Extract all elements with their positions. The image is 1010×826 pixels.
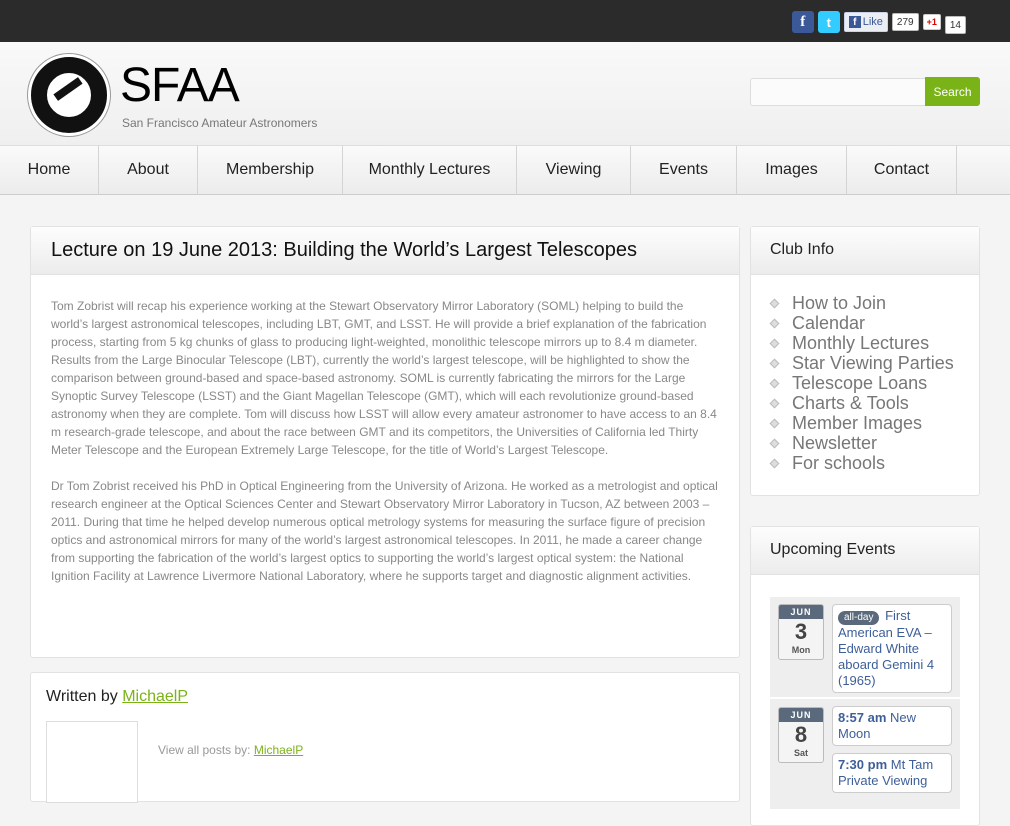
post-body: Tom Zobrist will recap his experience wo… bbox=[31, 275, 739, 607]
author-avatar bbox=[46, 721, 138, 803]
bullet-icon bbox=[769, 418, 780, 428]
event-day: JUN 3 Mon all-day First American EVA – E… bbox=[770, 597, 960, 697]
bullet-icon bbox=[769, 438, 780, 448]
facebook-like-button[interactable]: f Like bbox=[843, 12, 888, 32]
club-link-label: Member Images bbox=[792, 412, 923, 433]
club-link-label: Star Viewing Parties bbox=[792, 352, 954, 373]
social-links: f t f Like 279 +1 14 bbox=[791, 10, 966, 34]
google-plus-label: +1 bbox=[926, 17, 937, 27]
club-link-calendar[interactable]: Calendar bbox=[769, 312, 979, 333]
club-link-how-to-join[interactable]: How to Join bbox=[769, 292, 979, 313]
club-link-newsletter[interactable]: Newsletter bbox=[769, 432, 979, 453]
club-info-list: How to Join Calendar Monthly Lectures St… bbox=[751, 275, 979, 473]
date-badge: JUN 8 Sat bbox=[778, 707, 824, 763]
upcoming-events-title: Upcoming Events bbox=[751, 527, 979, 575]
date-weekday: Mon bbox=[791, 645, 811, 655]
search-button[interactable]: Search bbox=[925, 77, 980, 106]
author-box: Written by MichaelP View all posts by: M… bbox=[30, 672, 740, 803]
view-all-label: View all posts by: bbox=[158, 743, 251, 757]
date-weekday: Sat bbox=[793, 748, 808, 758]
upcoming-events-widget: Upcoming Events JUN 3 Mon all-day First … bbox=[750, 526, 980, 826]
date-day: 8 bbox=[794, 722, 808, 747]
main-nav: Home About Membership Monthly Lectures V… bbox=[0, 145, 1010, 195]
nav-images[interactable]: Images bbox=[737, 146, 847, 194]
date-month: JUN bbox=[779, 708, 823, 722]
club-link-label: Newsletter bbox=[792, 432, 878, 453]
google-plus-count: 14 bbox=[944, 16, 966, 34]
nav-membership[interactable]: Membership bbox=[198, 146, 343, 194]
like-label: Like bbox=[862, 16, 883, 28]
club-link-telescope-loans[interactable]: Telescope Loans bbox=[769, 372, 979, 393]
club-link-label: How to Join bbox=[792, 292, 887, 313]
event-day: JUN 8 Sat 8:57 am New Moon 7:30 pm Mt Ta… bbox=[770, 699, 960, 809]
view-all-author-link[interactable]: MichaelP bbox=[254, 743, 303, 757]
twitter-icon[interactable]: t bbox=[817, 11, 840, 33]
club-link-label: Monthly Lectures bbox=[792, 332, 930, 353]
facebook-f-icon: f bbox=[848, 16, 861, 28]
nav-home[interactable]: Home bbox=[0, 146, 99, 194]
author-link[interactable]: MichaelP bbox=[122, 688, 188, 705]
date-badge: JUN 3 Mon bbox=[778, 604, 824, 660]
bullet-icon bbox=[769, 458, 780, 468]
club-link-for-schools[interactable]: For schools bbox=[769, 452, 979, 473]
facebook-icon[interactable]: f bbox=[791, 11, 814, 33]
logo-inner-circle bbox=[45, 71, 93, 119]
all-day-badge: all-day bbox=[838, 611, 880, 625]
date-month: JUN bbox=[779, 605, 823, 619]
top-bar: f t f Like 279 +1 14 bbox=[0, 0, 1010, 42]
club-link-star-viewing[interactable]: Star Viewing Parties bbox=[769, 352, 979, 373]
nav-viewing[interactable]: Viewing bbox=[517, 146, 631, 194]
google-plus-button[interactable]: +1 bbox=[922, 14, 941, 30]
bullet-icon bbox=[769, 398, 780, 408]
event-card[interactable]: all-day First American EVA – Edward Whit… bbox=[832, 604, 952, 693]
nav-monthly-lectures[interactable]: Monthly Lectures bbox=[343, 146, 517, 194]
event-time: 8:57 am bbox=[838, 710, 887, 725]
date-day: 3 bbox=[794, 619, 808, 644]
search-input[interactable] bbox=[750, 78, 926, 106]
bullet-icon bbox=[769, 358, 780, 368]
bullet-icon bbox=[769, 378, 780, 388]
club-info-title: Club Info bbox=[751, 227, 979, 275]
view-all-posts: View all posts by: MichaelP bbox=[158, 743, 303, 757]
site-title[interactable]: SFAA bbox=[120, 58, 240, 113]
event-time: 7:30 pm bbox=[838, 757, 888, 772]
club-link-member-images[interactable]: Member Images bbox=[769, 412, 979, 433]
post-paragraph: Dr Tom Zobrist received his PhD in Optic… bbox=[51, 479, 718, 583]
written-by-label: Written by bbox=[46, 688, 118, 705]
club-link-label: For schools bbox=[792, 452, 886, 473]
post-title[interactable]: Lecture on 19 June 2013: Building the Wo… bbox=[51, 239, 719, 262]
sfaa-logo[interactable] bbox=[28, 54, 110, 136]
club-link-label: Telescope Loans bbox=[792, 372, 928, 393]
event-card[interactable]: 8:57 am New Moon bbox=[832, 706, 952, 746]
nav-contact[interactable]: Contact bbox=[847, 146, 957, 194]
club-link-charts-tools[interactable]: Charts & Tools bbox=[769, 392, 979, 413]
like-count: 279 bbox=[891, 13, 919, 31]
bullet-icon bbox=[769, 318, 780, 328]
bullet-icon bbox=[769, 298, 780, 308]
nav-events[interactable]: Events bbox=[631, 146, 737, 194]
post-header: Lecture on 19 June 2013: Building the Wo… bbox=[31, 227, 739, 275]
bullet-icon bbox=[769, 338, 780, 348]
club-link-monthly-lectures[interactable]: Monthly Lectures bbox=[769, 332, 979, 353]
site-tagline: San Francisco Amateur Astronomers bbox=[122, 116, 318, 130]
event-card[interactable]: 7:30 pm Mt Tam Private Viewing bbox=[832, 753, 952, 793]
club-info-widget: Club Info How to Join Calendar Monthly L… bbox=[750, 226, 980, 496]
club-link-label: Charts & Tools bbox=[792, 392, 909, 413]
post-panel: Lecture on 19 June 2013: Building the Wo… bbox=[30, 226, 740, 658]
club-link-label: Calendar bbox=[792, 312, 866, 333]
post-paragraph: Tom Zobrist will recap his experience wo… bbox=[51, 299, 717, 457]
nav-about[interactable]: About bbox=[99, 146, 198, 194]
author-heading: Written by MichaelP bbox=[46, 688, 188, 706]
